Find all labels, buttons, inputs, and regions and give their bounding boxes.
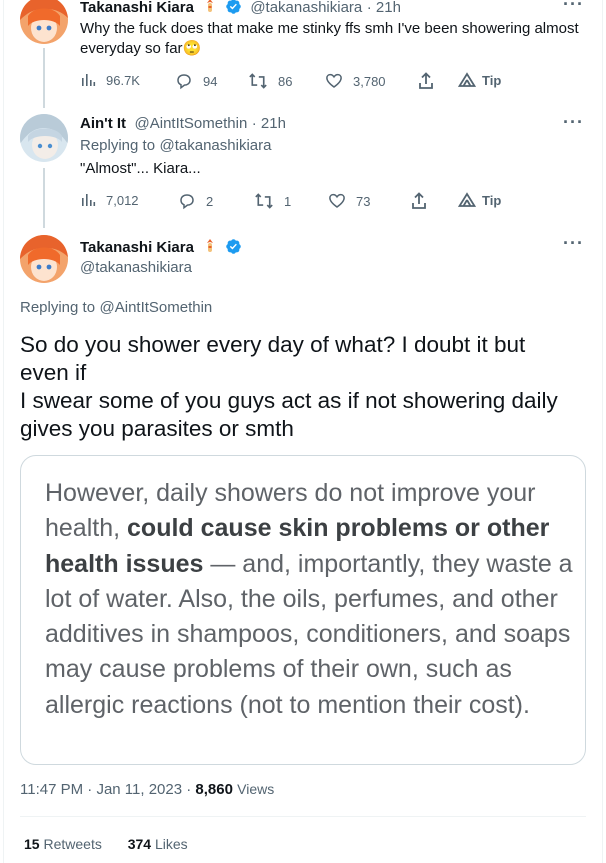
share-icon	[419, 72, 433, 89]
mention-link[interactable]: @takanashikiara	[160, 137, 272, 154]
reply-icon	[177, 74, 191, 90]
eye-roll-emoji: 🙄	[182, 40, 202, 57]
engagement-stats: 15 Retweets 374 Likes	[24, 836, 188, 852]
mention-link[interactable]: @AintItSomethin	[100, 299, 213, 316]
divider	[20, 816, 586, 817]
analytics-icon	[82, 194, 96, 206]
avatar[interactable]	[20, 114, 68, 162]
timestamp[interactable]: 21h	[261, 115, 286, 132]
like-button[interactable]: 73	[328, 192, 370, 210]
retweet-icon	[255, 193, 273, 209]
verified-badge-icon	[225, 0, 242, 20]
view-count: 8,860	[195, 781, 233, 798]
likes-stat[interactable]: 374 Likes	[128, 836, 188, 852]
tweet-actions: 96.7K 94 86 3,780 Tip	[80, 72, 510, 92]
tip-icon	[458, 192, 476, 207]
reply-icon	[180, 194, 194, 210]
attached-image[interactable]: However, daily showers do not improve yo…	[20, 455, 586, 765]
tweet-text: "Almost"... Kiara...	[80, 160, 201, 177]
views-label: Views	[237, 781, 275, 797]
avatar[interactable]	[20, 235, 68, 283]
tweet-time[interactable]: 11:47 PM	[20, 781, 83, 798]
replying-to: Replying to @AintItSomethin	[20, 299, 213, 316]
tip-button[interactable]: Tip	[458, 192, 501, 208]
retweet-button[interactable]: 86	[248, 72, 292, 90]
timestamp[interactable]: 21h	[376, 0, 401, 16]
more-options-icon[interactable]: ···	[563, 0, 584, 15]
image-quote-text: However, daily showers do not improve yo…	[45, 479, 573, 719]
retweet-button[interactable]: 1	[254, 192, 291, 210]
retweets-stat[interactable]: 15 Retweets	[24, 836, 106, 852]
handle[interactable]: @AintItSomethin	[135, 115, 248, 132]
handle[interactable]: @takanashikiara	[250, 0, 362, 16]
tweet-metadata: 11:47 PM · Jan 11, 2023 · 8,860 Views	[20, 781, 275, 798]
share-button[interactable]	[418, 72, 444, 90]
tweet-actions: 7,012 2 1 73 Tip	[80, 192, 510, 212]
bird-emoji-icon	[204, 238, 216, 259]
bird-emoji-icon	[204, 0, 216, 19]
replying-to: Replying to @takanashikiara	[80, 137, 272, 154]
share-button[interactable]	[411, 192, 437, 210]
more-options-icon[interactable]: ···	[563, 233, 584, 254]
main-tweet-text: So do you shower every day of what? I do…	[20, 332, 558, 441]
thread-line	[43, 48, 45, 108]
reply-button[interactable]: 94	[175, 72, 217, 90]
like-button[interactable]: 3,780	[325, 72, 386, 90]
tweet-text: Why the fuck does that make me stinky ff…	[80, 20, 579, 57]
analytics-icon	[82, 74, 96, 86]
share-icon	[412, 192, 426, 209]
reply-button[interactable]: 2	[178, 192, 213, 210]
tip-icon	[458, 72, 476, 87]
views-button[interactable]: 7,012	[80, 192, 139, 208]
more-options-icon[interactable]: ···	[563, 112, 584, 133]
heart-icon	[329, 193, 345, 208]
verified-badge-icon	[225, 238, 242, 260]
display-name[interactable]: Takanashi Kiara	[80, 239, 194, 256]
handle[interactable]: @takanashikiara	[80, 259, 192, 276]
tip-button[interactable]: Tip	[458, 72, 501, 88]
thread-line	[43, 168, 45, 228]
display-name[interactable]: Ain't It	[80, 115, 126, 132]
tweet-date[interactable]: Jan 11, 2023	[96, 781, 182, 798]
display-name[interactable]: Takanashi Kiara	[80, 0, 194, 16]
views-button[interactable]: 96.7K	[80, 72, 140, 88]
heart-icon	[326, 73, 342, 88]
retweet-icon	[249, 73, 267, 89]
